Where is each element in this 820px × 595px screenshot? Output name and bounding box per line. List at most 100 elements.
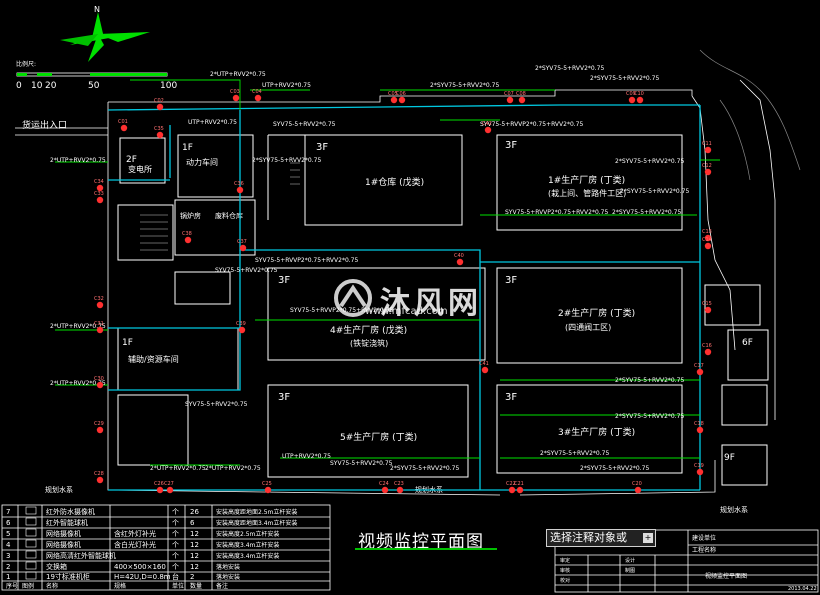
legend-cell: 12 — [190, 530, 199, 538]
scale-label: 比例尺: — [16, 60, 36, 68]
camera-label: C23 — [394, 481, 404, 487]
legend-cell: 个 — [172, 541, 179, 549]
camera-icon — [628, 96, 636, 104]
camera-label: C27 — [164, 481, 174, 487]
camera-icon — [390, 96, 398, 104]
camera-label: C19 — [694, 463, 704, 469]
camera-icon — [96, 426, 104, 434]
cable-label: 2*SYV75-5+RVV2*0.75 — [620, 188, 689, 195]
camera-label: C26 — [154, 481, 164, 487]
legend-symbol-icon — [25, 539, 37, 548]
camera-icon — [239, 244, 247, 252]
camera-label: C06 — [396, 91, 406, 97]
legend-cell: 4 — [6, 541, 11, 549]
camera-label: C20 — [632, 481, 642, 487]
cable-label: UTP+RVV2*0.75 — [282, 453, 331, 460]
cable-label: 2*UTP+RVV2*0.75 — [50, 157, 106, 164]
tb-row: 设计 — [625, 557, 635, 564]
camera-label: C12 — [702, 163, 712, 169]
bld-prod-3-floors: 3F — [505, 392, 517, 403]
camera-icon — [96, 476, 104, 484]
camera-icon — [704, 348, 712, 356]
camera-label: C39 — [236, 321, 246, 327]
legend-cell: 含红外灯补光 — [114, 529, 156, 538]
camera-icon — [484, 126, 492, 134]
scale-bar: 比例尺: 0 10 20 50 100 — [16, 60, 177, 91]
legend-symbol-icon — [25, 571, 37, 580]
tb-row: 制图 — [625, 567, 635, 574]
camera-icon — [634, 486, 642, 494]
camera-label: C04 — [252, 89, 262, 95]
legend-cell: 3 — [6, 552, 10, 560]
camera-icon — [238, 326, 246, 334]
cable-label: 2*SYV75-5+RVV2*0.75 — [615, 413, 684, 420]
legend-cell: 个 — [172, 552, 179, 560]
camera-icon — [232, 94, 240, 102]
camera-icon — [96, 326, 104, 334]
camera-label: C13 — [702, 229, 712, 235]
camera-label: C15 — [702, 301, 712, 307]
bld-power: 动力车间 — [186, 157, 218, 167]
bld-substation-floors: 2F — [126, 155, 137, 165]
camera-label: C34 — [94, 179, 104, 185]
bld-prod-4-floors: 3F — [278, 275, 290, 286]
camera-icon — [156, 103, 164, 111]
command-prompt-input[interactable]: 选择注释对象或 + — [546, 529, 656, 547]
legend-header: 单位 — [172, 582, 184, 590]
camera-label: C16 — [702, 343, 712, 349]
scale-tick-20: 20 — [45, 81, 57, 91]
legend-cell: 网络高清红外智能球机 — [46, 551, 116, 560]
bld-9f: 9F — [724, 453, 735, 463]
cable-label: 2*SYV75-5+RVV2*0.75 — [580, 465, 649, 472]
bld-prod-4: 4#生产厂房 (戊类) — [330, 324, 407, 336]
camera-icon — [518, 96, 526, 104]
cable-label: SYV75-5+RVVP2*0.75+RVV2*0.75 — [255, 257, 359, 264]
legend-cell: 12 — [190, 563, 199, 571]
camera-icon — [704, 168, 712, 176]
camera-icon — [254, 94, 262, 102]
camera-label: C37 — [237, 239, 247, 245]
cable-label: 2*SYV75-5+RVV2*0.75 — [615, 158, 684, 165]
camera-icon — [396, 486, 404, 494]
camera-label: C11 — [702, 141, 712, 147]
legend-header: 图例 — [22, 582, 34, 590]
legend-cell: 26 — [190, 508, 199, 516]
camera-icon — [120, 124, 128, 132]
camera-label: C17 — [694, 363, 704, 369]
bld-prod-1-floors: 3F — [505, 140, 517, 151]
dropdown-arrow-icon[interactable]: + — [643, 533, 653, 543]
camera-label: C08 — [516, 91, 526, 97]
cable-label: 2*SYV75-5+RVV2*0.75 — [615, 377, 684, 384]
camera-label: C31 — [94, 321, 104, 327]
terrain-right — [699, 49, 801, 181]
watermark-url: www.mfcad.com — [365, 306, 448, 317]
camera-label: C40 — [454, 253, 464, 259]
camera-icon — [156, 486, 164, 494]
legend-cell: 1 — [6, 573, 10, 581]
cable-label: SYV75-5+RVV2*0.75 — [330, 460, 393, 467]
cable-label: 2*SYV75-5+RVV2*0.75 — [535, 65, 604, 72]
cable-label: 2*SYV75-5+RVV2*0.75 — [430, 82, 499, 89]
bld-prod-2-floors: 3F — [505, 275, 517, 286]
legend-cell: 6 — [6, 519, 11, 527]
bld-prod-5: 5#生产厂房 (丁类) — [340, 431, 417, 443]
legend-cell: 安装高度2.5m立杆安装 — [216, 530, 279, 538]
cable-label: 2*SYV75-5+RVV2*0.75 — [612, 209, 681, 216]
camera-icon — [704, 306, 712, 314]
camera-label: C03 — [230, 89, 240, 95]
command-prompt-text: 选择注释对象或 — [550, 531, 627, 544]
legend-cell: 12 — [190, 541, 199, 549]
bld-prod-2: 2#生产厂房 (丁类) — [558, 307, 635, 319]
legend-symbol-icon — [25, 561, 37, 570]
legend-cell: 7 — [6, 508, 10, 516]
camera-icon — [516, 486, 524, 494]
camera-label: C07 — [504, 91, 514, 97]
legend-header: 备注 — [216, 582, 228, 590]
legend-cell: 400×500×160 — [114, 563, 166, 571]
legend-cell: 12 — [190, 552, 199, 560]
camera-icon — [696, 468, 704, 476]
camera-icon — [184, 236, 192, 244]
entrance-label: 货运出入口 — [22, 119, 67, 131]
cable-label: SYV75-5+RVVP2*0.75+RVV2*0.75 — [505, 209, 609, 216]
legend-cell: 网络摄像机 — [46, 529, 81, 538]
